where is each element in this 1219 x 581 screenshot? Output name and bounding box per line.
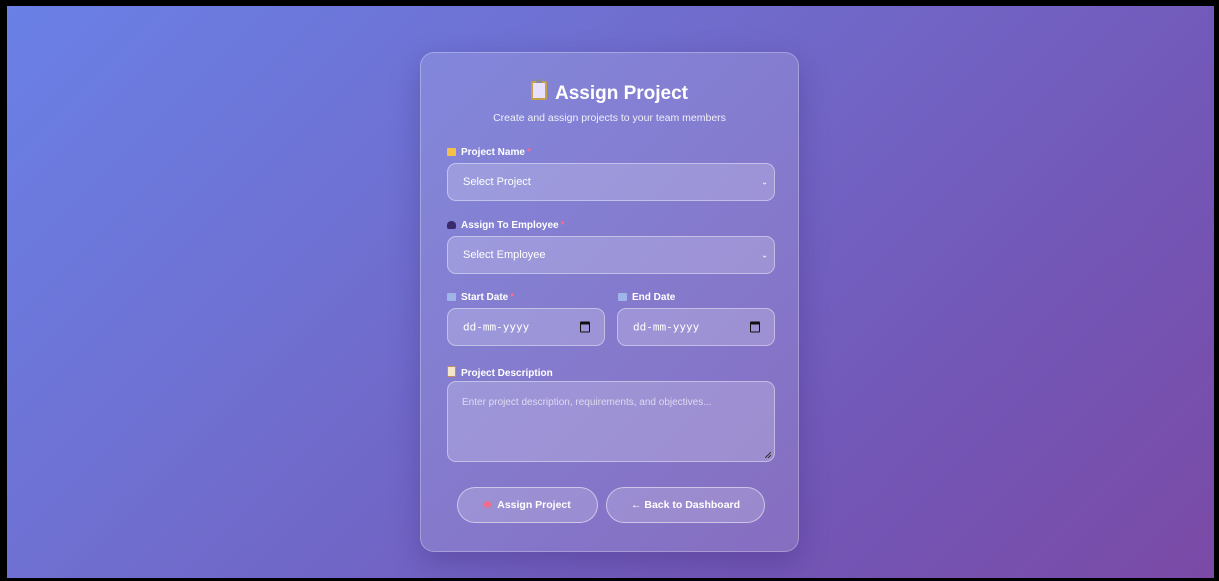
description-textarea[interactable]: Enter project description, requirements,…: [447, 381, 775, 462]
project-select[interactable]: Select Project ⌄: [447, 163, 775, 201]
end-date-label: End Date: [618, 292, 675, 303]
employee-select-value: Select Employee: [463, 249, 546, 261]
form-title-row: Assign Project: [421, 79, 798, 105]
project-name-label-text: Project Name: [461, 147, 525, 158]
assign-project-button-label: Assign Project: [497, 499, 571, 511]
start-date-label-text: Start Date: [461, 292, 509, 303]
person-icon: [447, 221, 456, 229]
assign-project-button[interactable]: Assign Project: [457, 487, 598, 523]
employee-select[interactable]: Select Employee ⌄: [447, 236, 775, 274]
project-select-value: Select Project: [463, 176, 531, 188]
start-date-value: dd-mm-yyyy: [463, 320, 530, 334]
start-date-input[interactable]: dd-mm-yyyy: [447, 308, 605, 346]
employee-label-text: Assign To Employee: [461, 220, 559, 231]
folder-icon: [447, 148, 456, 156]
required-mark: *: [560, 220, 565, 231]
description-label: Project Description: [447, 366, 553, 379]
rocket-icon: [482, 499, 493, 510]
required-mark: *: [526, 147, 531, 158]
calendar-picker-icon[interactable]: [750, 321, 760, 333]
resize-handle-icon[interactable]: [765, 452, 771, 458]
chevron-down-icon: ⌄: [761, 250, 768, 260]
chevron-down-icon: ⌄: [761, 177, 768, 187]
back-to-dashboard-button[interactable]: ← Back to Dashboard: [606, 487, 765, 523]
description-placeholder: Enter project description, requirements,…: [462, 397, 712, 408]
clipboard-icon: [530, 79, 547, 100]
end-date-input[interactable]: dd-mm-yyyy: [617, 308, 775, 346]
required-mark: *: [510, 292, 515, 303]
end-date-label-text: End Date: [632, 292, 676, 303]
calendar-icon: [447, 293, 456, 301]
end-date-value: dd-mm-yyyy: [633, 320, 700, 334]
form-title: Assign Project: [554, 83, 689, 104]
description-label-text: Project Description: [461, 368, 553, 379]
project-name-label: Project Name *: [447, 147, 531, 158]
app-background: Assign Project Create and assign project…: [7, 6, 1214, 578]
assign-project-form: Assign Project Create and assign project…: [420, 52, 799, 552]
start-date-label: Start Date *: [447, 292, 514, 303]
form-subtitle: Create and assign projects to your team …: [493, 112, 726, 124]
employee-label: Assign To Employee *: [447, 220, 565, 231]
calendar-icon: [618, 293, 627, 301]
calendar-picker-icon[interactable]: [580, 321, 590, 333]
back-to-dashboard-label: ← Back to Dashboard: [630, 499, 741, 511]
memo-icon: [447, 366, 456, 377]
